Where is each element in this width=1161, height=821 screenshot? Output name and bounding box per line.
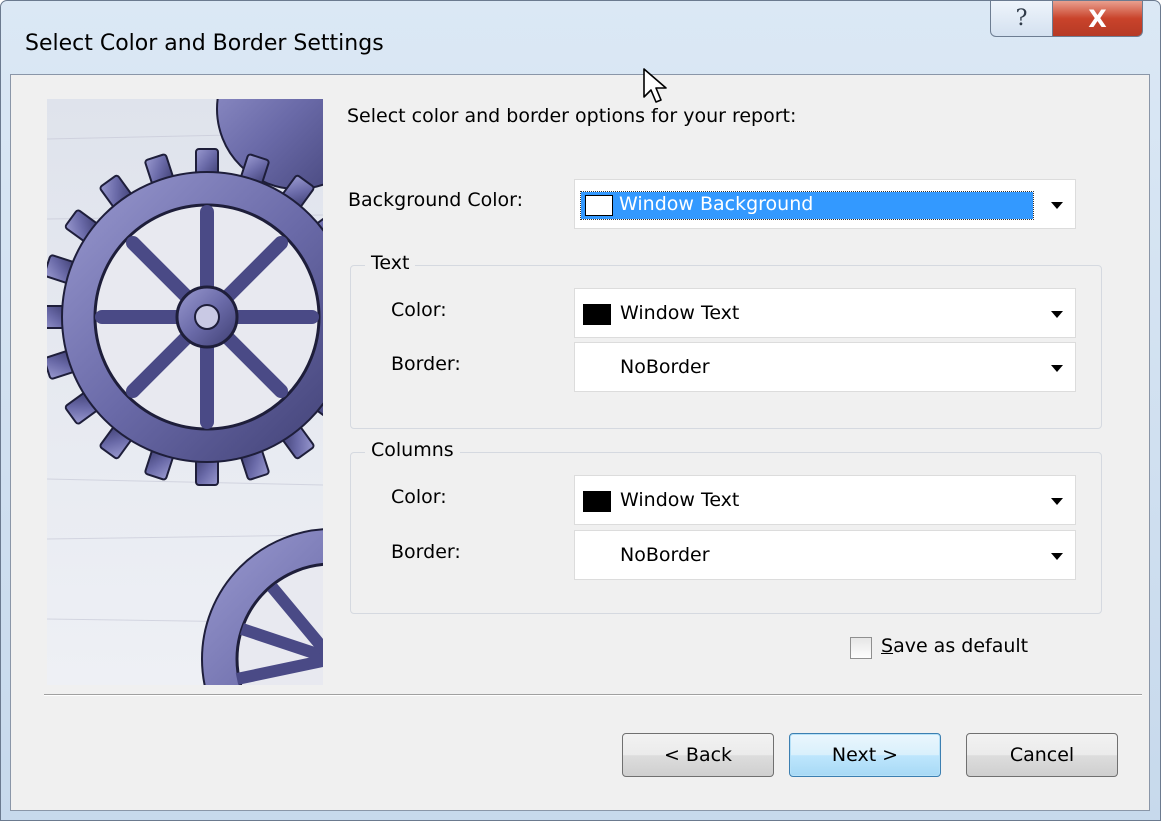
separator <box>44 694 1142 696</box>
dialog-window: Select Color and Border Settings ? X Sel… <box>0 0 1161 821</box>
save-default-label[interactable]: Save as default <box>881 635 1028 657</box>
save-default-accel: S <box>881 635 894 657</box>
text-border-value: NoBorder <box>620 356 710 378</box>
text-color-label: Color: <box>391 299 447 321</box>
text-border-combo[interactable]: NoBorder <box>574 342 1076 392</box>
text-border-label: Border: <box>391 353 461 375</box>
columns-color-combo[interactable]: Window Text <box>574 475 1076 525</box>
background-color-combo[interactable]: Window Background <box>574 179 1076 229</box>
chevron-down-icon[interactable] <box>1051 498 1063 505</box>
chevron-down-icon[interactable] <box>1051 202 1063 209</box>
chevron-down-icon[interactable] <box>1051 365 1063 372</box>
gear-icon <box>47 99 323 685</box>
chevron-down-icon[interactable] <box>1051 553 1063 560</box>
chevron-down-icon[interactable] <box>1051 311 1063 318</box>
columns-border-combo[interactable]: NoBorder <box>574 530 1076 580</box>
text-color-value: Window Text <box>620 302 740 324</box>
back-button[interactable]: < Back <box>622 733 774 777</box>
save-default-label-text: ave as default <box>893 635 1029 657</box>
gears-illustration <box>47 99 323 685</box>
columns-color-label: Color: <box>391 486 447 508</box>
save-default-checkbox[interactable] <box>850 637 872 659</box>
close-icon: X <box>1088 4 1107 33</box>
background-color-swatch <box>585 195 613 216</box>
text-group-label: Text <box>365 252 416 274</box>
mouse-cursor-icon <box>643 68 667 103</box>
columns-border-value: NoBorder <box>620 544 710 566</box>
columns-color-value: Window Text <box>620 489 740 511</box>
close-button[interactable]: X <box>1052 1 1143 37</box>
dialog-client-area: Select color and border options for your… <box>10 74 1150 811</box>
background-color-label: Background Color: <box>348 189 524 211</box>
columns-group-label: Columns <box>365 439 460 461</box>
help-icon: ? <box>1015 6 1028 31</box>
columns-border-label: Border: <box>391 541 461 563</box>
background-color-value: Window Background <box>619 193 814 215</box>
next-button[interactable]: Next > <box>789 733 941 777</box>
window-title: Select Color and Border Settings <box>25 31 384 56</box>
columns-color-swatch <box>583 491 611 512</box>
text-color-swatch <box>583 304 611 325</box>
instruction-text: Select color and border options for your… <box>347 105 797 127</box>
help-button[interactable]: ? <box>990 1 1053 37</box>
cancel-button[interactable]: Cancel <box>966 733 1118 777</box>
text-color-combo[interactable]: Window Text <box>574 288 1076 338</box>
